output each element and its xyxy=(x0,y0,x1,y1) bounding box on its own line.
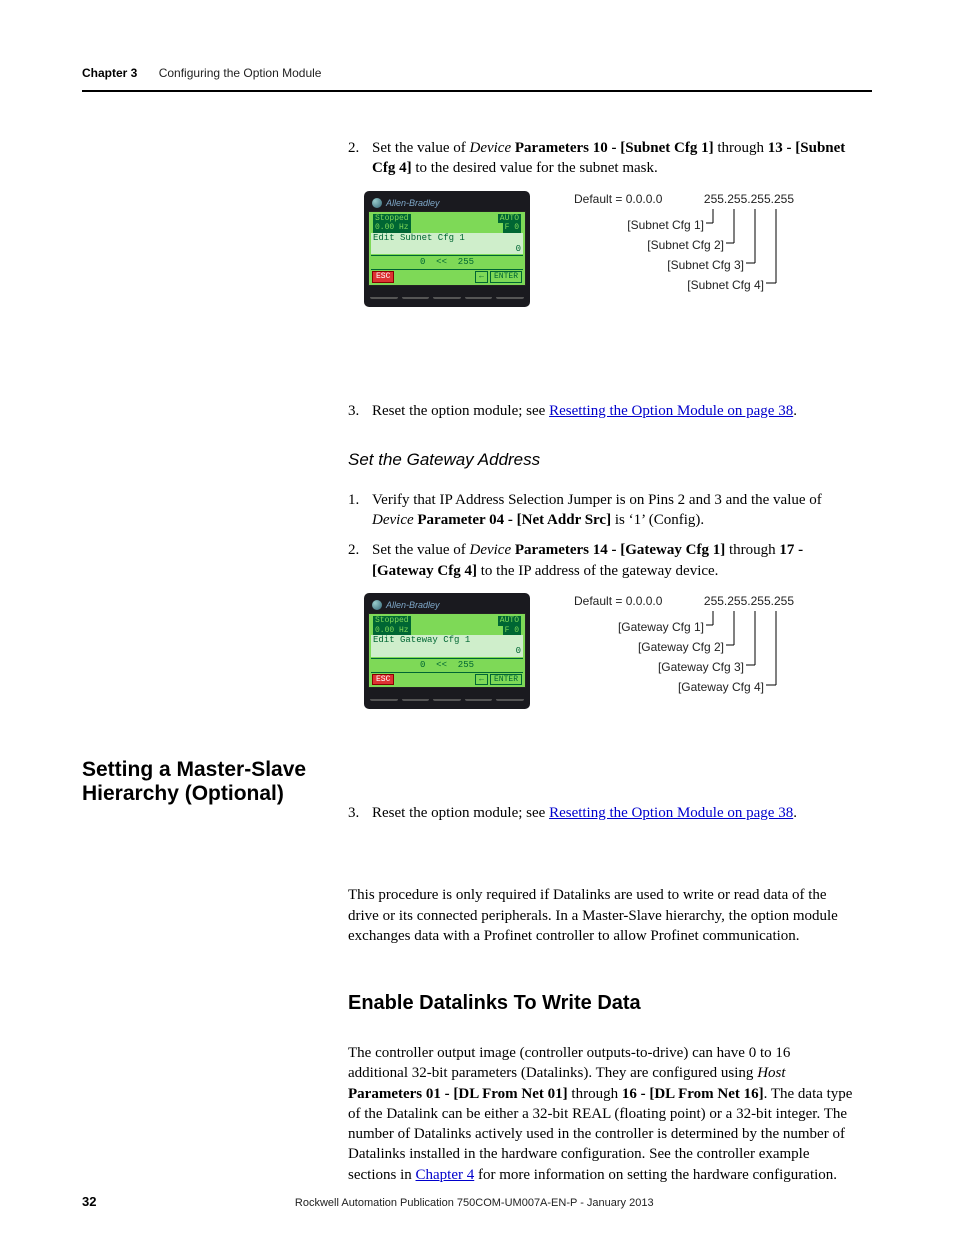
step-1: 1. Verify that IP Address Selection Jump… xyxy=(348,490,854,531)
chapter4-link[interactable]: Chapter 4 xyxy=(416,1167,475,1183)
step-number: 3. xyxy=(348,401,359,421)
enter-button: ENTER xyxy=(490,271,522,283)
step-text: Set the value of Device Parameters 10 - … xyxy=(372,140,845,176)
reset-module-link[interactable]: Resetting the Option Module on page 38 xyxy=(549,805,793,821)
step-text: Reset the option module; see Resetting t… xyxy=(372,805,797,821)
datalinks-para: The controller output image (controller … xyxy=(348,1043,854,1185)
globe-icon xyxy=(372,600,382,610)
him-lcd: StoppedAUTO 0.00 HzF 0 Edit Subnet Cfg 1… xyxy=(368,211,526,286)
running-header: Chapter 3 Configuring the Option Module xyxy=(82,66,872,80)
him-brand-bar: Allen-Bradley xyxy=(368,597,526,613)
master-slave-para: This procedure is only required if Datal… xyxy=(348,885,854,946)
step-number: 2. xyxy=(348,540,359,560)
subnet-figure-row: Allen-Bradley StoppedAUTO 0.00 HzF 0 Edi… xyxy=(364,191,854,385)
step-text: Set the value of Device Parameters 14 - … xyxy=(372,542,803,578)
him-device-gateway: Allen-Bradley StoppedAUTO 0.00 HzF 0 Edi… xyxy=(364,593,530,709)
gateway-step3: 3. Reset the option module; see Resettin… xyxy=(348,803,854,823)
step-3: 3. Reset the option module; see Resettin… xyxy=(348,803,854,823)
him-lcd: StoppedAUTO 0.00 HzF 0 Edit Gateway Cfg … xyxy=(368,613,526,688)
gateway-tree: Default = 0.0.0.0255.255.255.255 [Gatewa… xyxy=(574,593,794,787)
subnet-tree: Default = 0.0.0.0255.255.255.255 [Subnet… xyxy=(574,191,794,385)
step-number: 2. xyxy=(348,138,359,158)
him-device-subnet: Allen-Bradley StoppedAUTO 0.00 HzF 0 Edi… xyxy=(364,191,530,307)
side-heading-master-slave: Setting a Master-Slave Hierarchy (Option… xyxy=(82,758,322,806)
enable-datalinks-heading: Enable Datalinks To Write Data xyxy=(348,990,854,1017)
step-2: 2. Set the value of Device Parameters 14… xyxy=(348,540,854,581)
step-number: 3. xyxy=(348,803,359,823)
gateway-steps: 1. Verify that IP Address Selection Jump… xyxy=(348,490,854,581)
header-rule xyxy=(82,90,872,92)
step-2: 2. Set the value of Device Parameters 10… xyxy=(348,138,854,179)
step-text: Reset the option module; see Resetting t… xyxy=(372,403,797,419)
esc-button: ESC xyxy=(372,674,394,686)
gateway-figure-row: Allen-Bradley StoppedAUTO 0.00 HzF 0 Edi… xyxy=(364,593,854,787)
page-number: 32 xyxy=(82,1194,96,1209)
subnet-steps: 2. Set the value of Device Parameters 10… xyxy=(348,138,854,179)
reset-module-link[interactable]: Resetting the Option Module on page 38 xyxy=(549,403,793,419)
page-footer: 32 Rockwell Automation Publication 750CO… xyxy=(82,1194,872,1209)
chapter-number: Chapter 3 xyxy=(82,66,137,80)
him-brand-bar: Allen-Bradley xyxy=(368,195,526,211)
him-softkeys xyxy=(368,290,526,299)
publication-info: Rockwell Automation Publication 750COM-U… xyxy=(96,1197,852,1209)
globe-icon xyxy=(372,198,382,208)
enter-button: ENTER xyxy=(490,674,522,686)
main-content: 2. Set the value of Device Parameters 10… xyxy=(348,138,854,1199)
gateway-subheading: Set the Gateway Address xyxy=(348,449,854,472)
step-number: 1. xyxy=(348,490,359,510)
arrow-left-icon: ← xyxy=(475,674,488,686)
step-3: 3. Reset the option module; see Resettin… xyxy=(348,401,854,421)
esc-button: ESC xyxy=(372,271,394,283)
step-text: Verify that IP Address Selection Jumper … xyxy=(372,492,822,528)
subnet-step3: 3. Reset the option module; see Resettin… xyxy=(348,401,854,421)
chapter-title: Configuring the Option Module xyxy=(159,66,322,80)
arrow-left-icon: ← xyxy=(475,271,488,283)
him-softkeys xyxy=(368,692,526,701)
